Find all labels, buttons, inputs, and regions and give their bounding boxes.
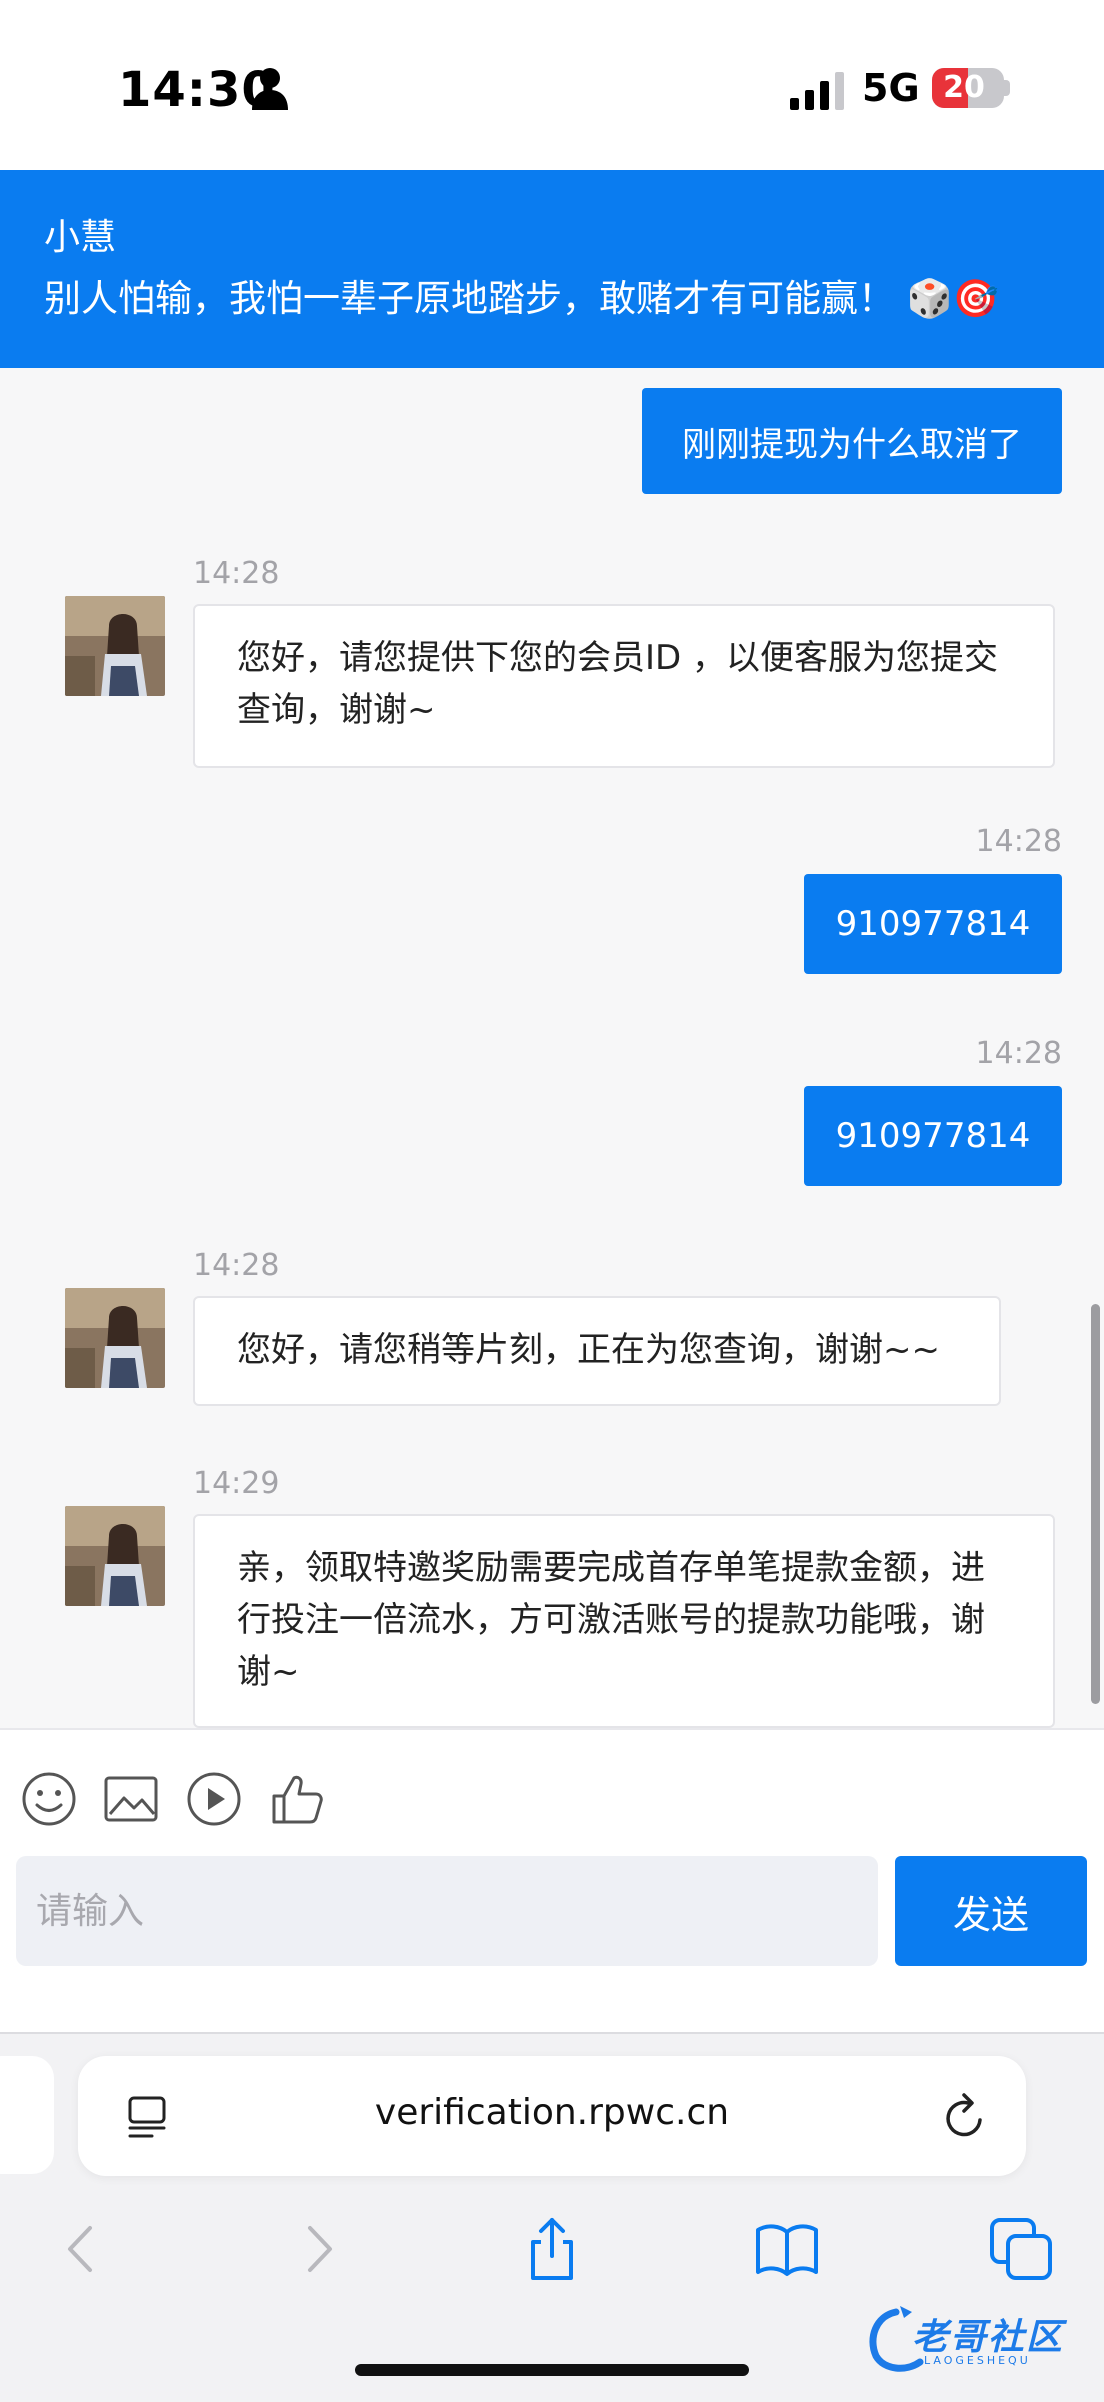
incoming-message[interactable]: 亲，领取特邀奖励需要完成首存单笔提款金额，进行投注一倍流水，方可激活账号的提款功… bbox=[193, 1514, 1055, 1728]
share-icon[interactable] bbox=[517, 2214, 587, 2284]
message-input[interactable] bbox=[16, 1856, 878, 1966]
bookmarks-icon[interactable] bbox=[752, 2214, 822, 2284]
thumbs-up-icon[interactable] bbox=[268, 1770, 326, 1828]
forward-icon[interactable] bbox=[284, 2214, 354, 2284]
battery-icon: 20 bbox=[932, 68, 1004, 108]
emoji-icon[interactable] bbox=[20, 1770, 78, 1828]
send-button[interactable]: 发送 bbox=[895, 1856, 1087, 1966]
outgoing-message[interactable]: 910977814 bbox=[804, 874, 1062, 974]
agent-motto: 别人怕输，我怕一辈子原地踏步，敢赌才有可能赢！ 🎲🎯 bbox=[44, 277, 999, 320]
image-icon[interactable] bbox=[102, 1770, 160, 1828]
agent-avatar[interactable] bbox=[65, 1506, 165, 1606]
chat-header: 小慧 别人怕输，我怕一辈子原地踏步，敢赌才有可能赢！ 🎲🎯 bbox=[0, 170, 1104, 368]
url-text: verification.rpwc.cn bbox=[374, 2092, 730, 2133]
reload-icon[interactable] bbox=[940, 2090, 990, 2144]
watermark-text: 老哥社区 bbox=[912, 2317, 1065, 2358]
home-indicator[interactable] bbox=[355, 2364, 749, 2376]
watermark-subtext: LAOGESHEQU bbox=[924, 2354, 1031, 2367]
message-timestamp: 14:28 bbox=[193, 1248, 280, 1283]
message-timestamp: 14:29 bbox=[193, 1466, 280, 1501]
signal-icon bbox=[790, 72, 844, 110]
chat-scrollbar[interactable] bbox=[1091, 1304, 1100, 1704]
person-icon bbox=[252, 68, 288, 110]
address-bar[interactable]: verification.rpwc.cn bbox=[78, 2056, 1026, 2176]
watermark-logo: 老哥社区 LAOGESHEQU bbox=[866, 2304, 1092, 2376]
battery-level: 20 bbox=[943, 70, 985, 105]
previous-tab-peek[interactable] bbox=[0, 2056, 54, 2174]
battery-tip bbox=[1004, 80, 1010, 96]
message-composer: 发送 bbox=[0, 1728, 1104, 2034]
network-label: 5G bbox=[862, 66, 920, 110]
outgoing-message[interactable]: 刚刚提现为什么取消了 bbox=[642, 388, 1062, 494]
incoming-message[interactable]: 您好，请您提供下您的会员ID ，以便客服为您提交查询，谢谢~ bbox=[193, 604, 1055, 768]
message-timestamp: 14:28 bbox=[975, 824, 1062, 859]
agent-name: 小慧 bbox=[44, 217, 117, 258]
chat-message-list[interactable]: 刚刚提现为什么取消了 14:28 您好，请您提供下您的会员ID ，以便客服为您提… bbox=[0, 368, 1104, 1728]
message-timestamp: 14:28 bbox=[193, 556, 280, 591]
agent-avatar[interactable] bbox=[65, 1288, 165, 1388]
video-play-icon[interactable] bbox=[185, 1770, 243, 1828]
message-timestamp: 14:28 bbox=[975, 1036, 1062, 1071]
back-icon[interactable] bbox=[46, 2214, 116, 2284]
status-bar: 14:30 5G 20 bbox=[0, 0, 1104, 170]
agent-avatar[interactable] bbox=[65, 596, 165, 696]
incoming-message[interactable]: 您好，请您稍等片刻，正在为您查询，谢谢~~ bbox=[193, 1296, 1001, 1406]
tabs-icon[interactable] bbox=[986, 2214, 1056, 2284]
outgoing-message[interactable]: 910977814 bbox=[804, 1086, 1062, 1186]
